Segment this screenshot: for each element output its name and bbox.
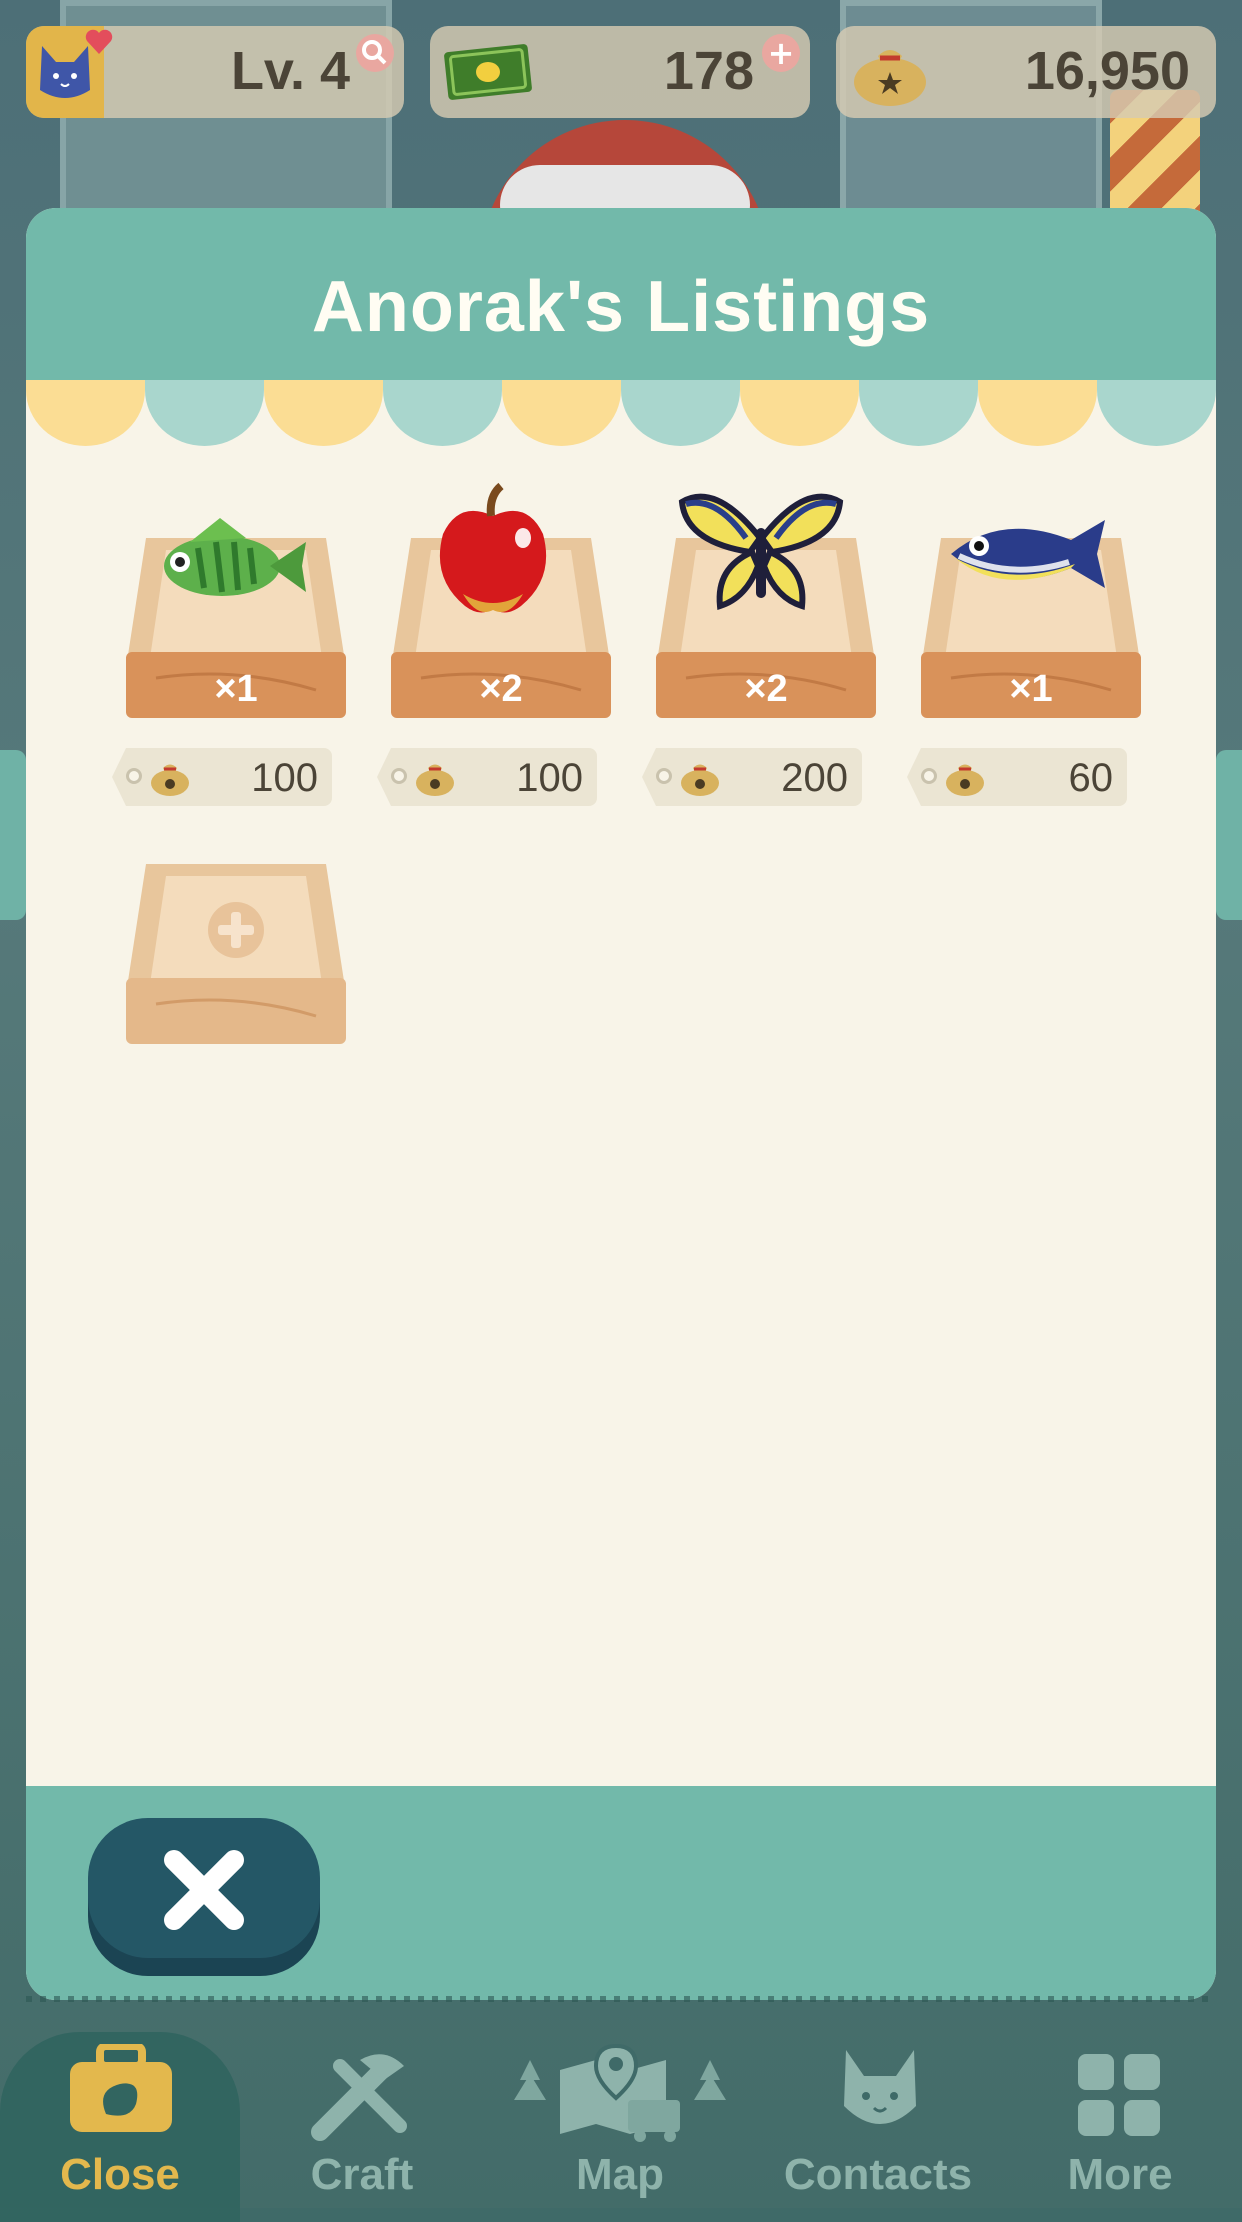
nav-close-label: Close — [60, 2150, 180, 2199]
listing-quantity: ×1 — [1009, 668, 1053, 710]
tag-hole — [391, 768, 407, 784]
level-display[interactable]: Lv. 4 — [26, 26, 404, 118]
listing-price: 100 — [516, 756, 583, 800]
awning-decoration — [26, 380, 1216, 446]
tag-hole — [656, 768, 672, 784]
tag-hole — [126, 768, 142, 784]
listing-quantity: ×2 — [479, 668, 523, 710]
plus-icon — [208, 902, 264, 958]
leaf-ticket-display[interactable]: 178 + — [430, 26, 810, 118]
butterfly-icon — [678, 493, 844, 610]
divider-dots — [26, 1996, 1216, 2002]
bell-bag-icon — [854, 50, 926, 106]
listings-grid: ×1 100 ×2 100 ×2 200 ×1 60 — [26, 446, 1216, 1992]
grid-icon — [1078, 2054, 1160, 2136]
price-tag: 100 — [377, 748, 597, 806]
listings-modal: Anorak's Listings ×1 100 ×2 100 ×2 200 ×… — [26, 208, 1216, 2000]
nav-map-label: Map — [576, 2150, 664, 2199]
heart-icon — [85, 29, 113, 54]
bell-bag-icon — [681, 764, 719, 796]
modal-header: Anorak's Listings — [26, 208, 1216, 380]
tag-hole — [921, 768, 937, 784]
bag-icon — [70, 2044, 172, 2132]
fish-icon — [951, 520, 1105, 588]
add-tickets-button[interactable]: + — [762, 34, 800, 72]
bottom-nav: Close Craft Map Contacts More — [0, 2004, 1242, 2222]
listing-price: 100 — [251, 756, 318, 800]
craft-tools-icon — [311, 2054, 407, 2141]
cat-contacts-icon — [844, 2050, 916, 2124]
bell-bag-icon — [151, 764, 189, 796]
modal-title: Anorak's Listings — [311, 267, 931, 347]
listing-quantity: ×1 — [214, 668, 258, 710]
nav-craft-label: Craft — [310, 2150, 414, 2199]
nav-contacts-label: Contacts — [783, 2150, 973, 2199]
nav-more[interactable]: More — [1030, 2004, 1210, 2208]
nav-contacts[interactable]: Contacts — [768, 2004, 988, 2208]
nav-map[interactable]: Map — [500, 2004, 740, 2208]
price-tag: 60 — [907, 748, 1127, 806]
avatar — [26, 26, 113, 118]
background-side-panel — [1216, 750, 1242, 920]
price-tag: 100 — [112, 748, 332, 806]
level-text: Lv. 4 — [230, 41, 350, 101]
search-badge-icon[interactable] — [356, 34, 394, 72]
map-icon — [514, 2043, 726, 2142]
price-tag: 200 — [642, 748, 862, 806]
listing-price: 60 — [1068, 756, 1114, 800]
modal-footer — [26, 1786, 1216, 2000]
leaf-ticket-icon — [444, 44, 532, 100]
bells-display: 16,950 — [836, 26, 1216, 118]
leaf-ticket-count: 178 — [663, 41, 754, 101]
apple-icon — [439, 482, 547, 613]
nav-craft[interactable]: Craft — [262, 2004, 462, 2208]
bell-bag-icon — [416, 764, 454, 796]
background-side-panel — [0, 750, 26, 920]
close-button[interactable] — [88, 1818, 320, 1976]
bells-count: 16,950 — [1024, 41, 1190, 101]
fish-icon — [164, 518, 306, 596]
listing-price: 200 — [781, 756, 848, 800]
nav-close[interactable]: Close — [0, 2004, 240, 2222]
bell-bag-icon — [946, 764, 984, 796]
listing-quantity: ×2 — [744, 668, 788, 710]
nav-more-label: More — [1067, 2150, 1173, 2199]
